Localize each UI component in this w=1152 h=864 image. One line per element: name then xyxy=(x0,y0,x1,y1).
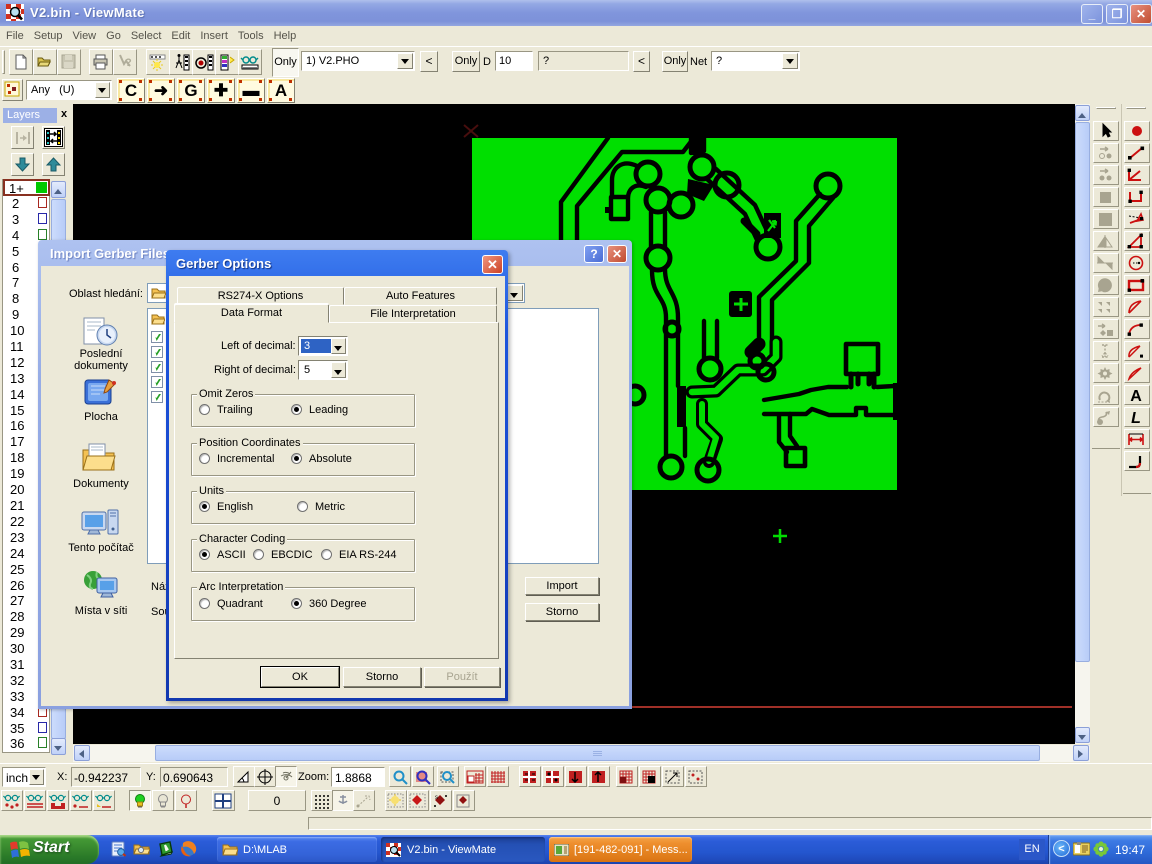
svg-text:L: L xyxy=(1131,410,1141,426)
svg-text:?: ? xyxy=(125,57,132,69)
svg-text:A: A xyxy=(1130,388,1142,404)
svg-text:s: s xyxy=(435,795,438,801)
